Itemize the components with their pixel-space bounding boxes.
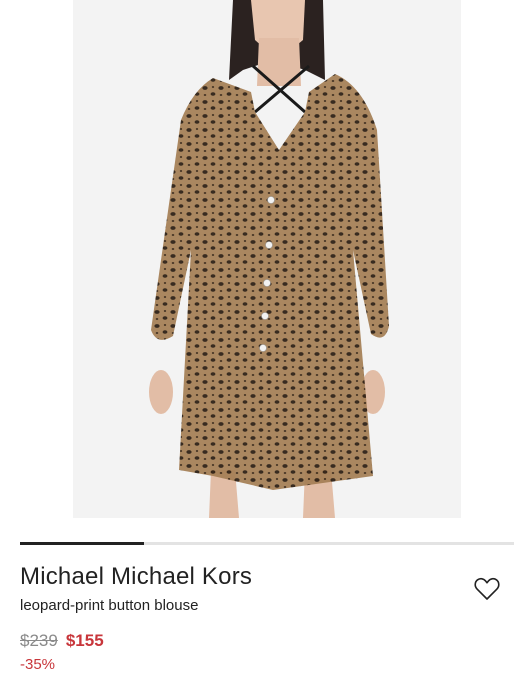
product-image[interactable] xyxy=(73,0,461,518)
product-photo-illustration xyxy=(149,0,389,518)
price-row: $239 $155 xyxy=(20,631,104,651)
heart-outline-icon xyxy=(474,577,500,600)
original-price: $239 xyxy=(20,631,58,650)
wishlist-button[interactable] xyxy=(468,570,506,608)
sale-price: $155 xyxy=(65,631,104,650)
carousel-progress-indicator xyxy=(20,542,144,545)
product-brand: Michael Michael Kors xyxy=(20,563,253,590)
discount-badge: -35% xyxy=(20,656,56,673)
product-description: leopard-print button blouse xyxy=(20,597,199,614)
image-carousel-progress xyxy=(20,542,514,545)
